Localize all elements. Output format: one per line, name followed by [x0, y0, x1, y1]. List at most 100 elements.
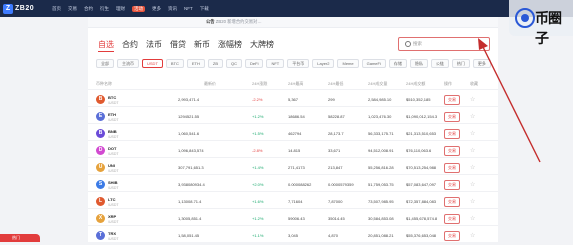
filter-chip[interactable]: 全部: [96, 59, 114, 68]
last-price: 2,993,471.4: [178, 97, 200, 102]
filter-chip[interactable]: ETH: [186, 59, 205, 68]
volume-24h: 2,584,985.10: [368, 97, 392, 102]
column-header: 操作: [444, 81, 452, 86]
nav-link[interactable]: 更多: [152, 6, 161, 12]
market-tab[interactable]: 自选: [98, 39, 114, 52]
nav-link[interactable]: 合约: [84, 6, 93, 12]
filter-chip[interactable]: 隐私: [409, 59, 428, 68]
filter-chip[interactable]: 主流币: [117, 59, 139, 68]
coin-pair: /USDT: [108, 101, 119, 105]
trade-button[interactable]: 交易: [444, 129, 460, 139]
filter-chip[interactable]: NFT: [266, 59, 285, 68]
trade-button[interactable]: 交易: [444, 112, 460, 122]
filter-chip[interactable]: Layer2: [312, 59, 335, 68]
high-24h: 3,045: [288, 233, 299, 238]
favorite-star-icon[interactable]: ☆: [470, 147, 475, 154]
filter-chip[interactable]: 存储: [388, 59, 407, 68]
volume-24h: 73,507,985.95: [368, 199, 394, 204]
top-navbar: Z ZB20 首页 交易 合约 衍生 理财 活动 更多 资讯 NFT 下载: [0, 0, 573, 17]
favorite-star-icon[interactable]: ☆: [470, 181, 475, 188]
high-24h: 7,71604: [288, 199, 303, 204]
filter-chip[interactable]: BTC: [165, 59, 184, 68]
nav-link[interactable]: 衍生: [100, 6, 109, 12]
turnover-24h: $21,313,510,653: [406, 131, 437, 136]
nav-link[interactable]: 理财: [116, 6, 125, 12]
nav-link[interactable]: 活动: [132, 5, 145, 12]
market-tab[interactable]: 新币: [194, 39, 210, 52]
trade-button[interactable]: 交易: [444, 95, 460, 105]
market-tab[interactable]: 借贷: [170, 39, 186, 52]
column-header[interactable]: 24H涨跌: [252, 81, 267, 87]
search-input[interactable]: 搜索: [398, 37, 490, 51]
filter-chip[interactable]: QC: [226, 59, 243, 68]
market-tab[interactable]: 合约: [122, 39, 138, 52]
low-24h: 7,87000: [328, 199, 343, 204]
change-percent: +1.2%: [252, 114, 264, 119]
column-header[interactable]: 24H最低: [328, 81, 343, 87]
favorite-star-icon[interactable]: ☆: [470, 232, 475, 239]
change-percent: +2.0%: [252, 182, 264, 187]
filter-chip[interactable]: ZB: [207, 59, 224, 68]
nav-link[interactable]: 资讯: [168, 6, 177, 12]
announcement-text[interactable]: 公告 ZB20 新增合约交易对…: [206, 19, 262, 25]
change-percent: +1.5%: [252, 131, 264, 136]
filter-chip[interactable]: Meme: [337, 59, 359, 68]
logo-text: ZB20: [15, 5, 35, 12]
column-header[interactable]: 24H成交量: [368, 81, 387, 87]
market-tab[interactable]: 法币: [146, 39, 162, 52]
favorite-star-icon[interactable]: ☆: [470, 164, 475, 171]
watermark-text: 币圈子: [535, 10, 562, 46]
nav-link[interactable]: 交易: [68, 6, 77, 12]
column-header[interactable]: 最新价: [204, 81, 216, 87]
favorite-star-icon[interactable]: ☆: [470, 130, 475, 137]
nav-link[interactable]: 首页: [52, 6, 61, 12]
trade-button[interactable]: 交易: [444, 146, 460, 156]
last-price: 1,060,541.6: [178, 131, 200, 136]
high-24h: 59006.43: [288, 216, 305, 221]
market-tab[interactable]: 涨幅榜: [218, 39, 242, 52]
coin-symbol: BNB: [108, 129, 117, 134]
filter-chip[interactable]: 公链: [430, 59, 449, 68]
coin-symbol: SHIB: [108, 180, 118, 185]
volume-24h: 20,851,088.21: [368, 233, 394, 238]
change-percent: +1.1%: [252, 233, 264, 238]
column-header[interactable]: 24H最高: [288, 81, 303, 87]
coin-pair: /USDT: [108, 118, 119, 122]
last-price: 307,791,651.3: [178, 165, 204, 170]
trade-button[interactable]: 交易: [444, 163, 460, 173]
filter-chip[interactable]: 更多: [472, 59, 491, 68]
site-logo[interactable]: Z ZB20: [3, 3, 34, 14]
filter-chip[interactable]: 热门: [451, 59, 470, 68]
coin-symbol: BTC: [108, 95, 117, 100]
favorite-star-icon[interactable]: ☆: [470, 96, 475, 103]
favorite-star-icon[interactable]: ☆: [470, 215, 475, 222]
trade-button[interactable]: 交易: [444, 231, 460, 241]
filter-chip[interactable]: DeFi: [245, 59, 264, 68]
column-header[interactable]: 24H成交额: [406, 81, 425, 87]
low-24h: 33,671: [328, 148, 341, 153]
table-row[interactable]: T TRX/USDT 1,58,051.45 +1.1% 3,045 4,870 20,85…: [88, 225, 498, 245]
turnover-24h: $76,110,063.6: [406, 148, 432, 153]
announcement-bar: 公告 ZB20 新增合约交易对…: [88, 17, 498, 28]
change-percent: -2.2%: [252, 97, 263, 102]
filter-chip[interactable]: 平台币: [287, 59, 310, 68]
favorite-star-icon[interactable]: ☆: [470, 113, 475, 120]
favorite-star-icon[interactable]: ☆: [470, 198, 475, 205]
logo-mark-icon: Z: [3, 3, 13, 14]
change-percent: +1.6%: [252, 199, 264, 204]
coin-icon: T: [96, 231, 105, 240]
column-header: 币种名称: [96, 81, 112, 86]
nav-link[interactable]: 下载: [200, 6, 209, 12]
trade-button[interactable]: 交易: [444, 214, 460, 224]
low-24h: 4,870: [328, 233, 339, 238]
coin-pair: /USDT: [108, 203, 119, 207]
column-header: 收藏: [470, 81, 478, 86]
filter-chip[interactable]: GameFi: [361, 59, 386, 68]
trade-button[interactable]: 交易: [444, 180, 460, 190]
nav-link[interactable]: NFT: [184, 6, 193, 11]
market-tab[interactable]: 大牌榜: [250, 39, 274, 52]
trade-button[interactable]: 交易: [444, 197, 460, 207]
filter-chip[interactable]: USDT: [142, 59, 163, 68]
last-price: 1,3005,851.4: [178, 216, 202, 221]
low-24h: 28,173.7: [328, 131, 344, 136]
